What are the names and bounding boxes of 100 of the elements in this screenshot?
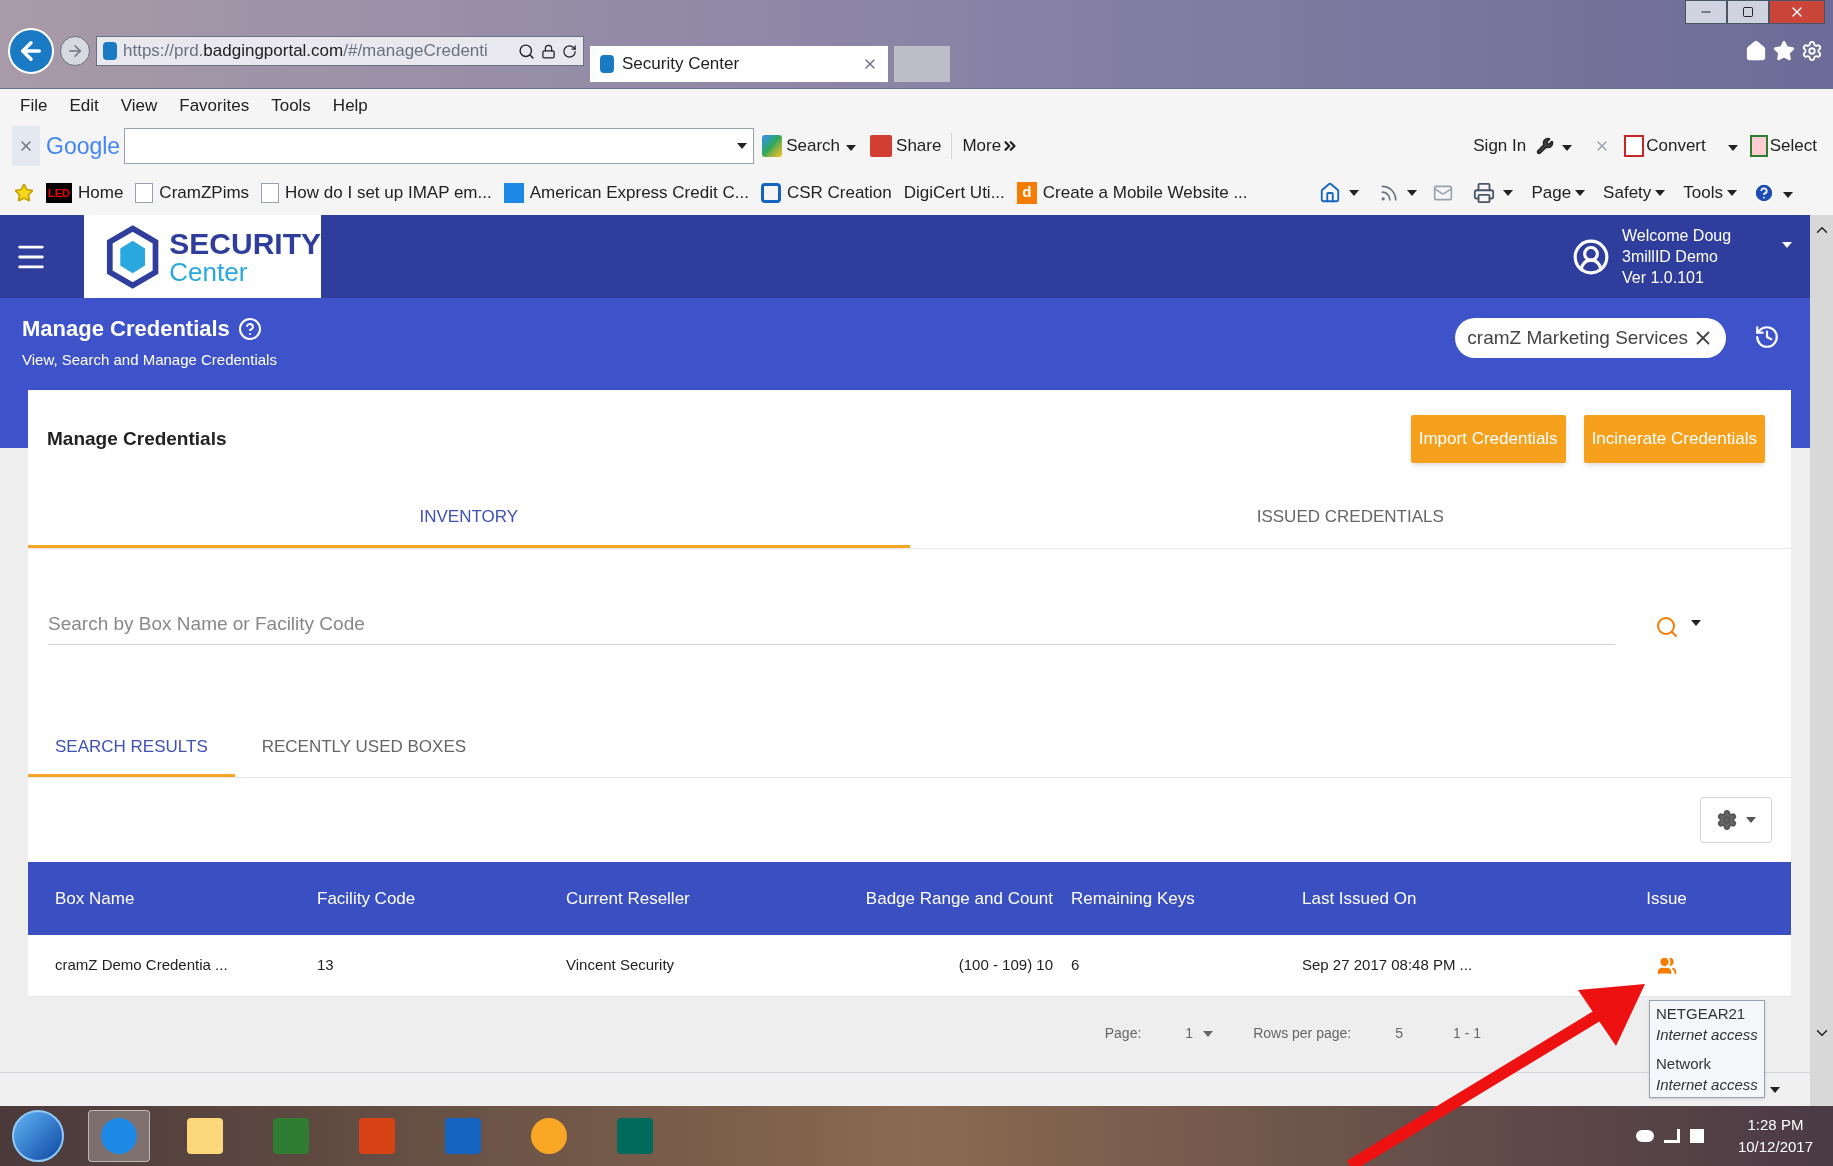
logo-icon: LED xyxy=(46,182,72,203)
menu-item[interactable]: Help xyxy=(332,92,368,119)
dropdown-caret-icon xyxy=(1782,242,1792,248)
page-icon xyxy=(135,182,154,203)
caret-icon xyxy=(1349,189,1360,196)
select-button[interactable]: Select xyxy=(1769,133,1817,159)
search-field[interactable]: Search by Box Name or Facility Code xyxy=(48,603,1615,645)
table-cell-text: cramZ Demo Credentia ... xyxy=(55,955,229,976)
command-menu[interactable]: Page xyxy=(1531,179,1586,206)
sign-in-button[interactable]: Sign In xyxy=(1473,133,1527,159)
people-icon[interactable] xyxy=(1656,955,1677,976)
column-header[interactable]: Issue xyxy=(1542,885,1791,912)
menu-item[interactable]: Edit xyxy=(69,92,99,119)
favorite-link[interactable]: Home xyxy=(78,179,124,206)
network-item[interactable]: Network Internet access xyxy=(1656,1053,1758,1095)
table-cell-text: Sep 27 2017 08:48 PM ... xyxy=(1302,955,1474,976)
print-icon[interactable] xyxy=(1473,181,1496,204)
settings-button[interactable] xyxy=(1700,797,1772,843)
favorite-link[interactable]: CSR Creation xyxy=(786,179,892,206)
page-title: Manage Credentials xyxy=(22,315,230,343)
wrench-icon[interactable] xyxy=(1536,137,1555,155)
caret-icon xyxy=(1203,1030,1214,1037)
toolbar-search-field[interactable] xyxy=(124,128,755,164)
favorite-link[interactable]: American Express Credit C... xyxy=(529,179,749,206)
caret-icon xyxy=(1727,189,1737,196)
search-icon[interactable] xyxy=(518,42,535,60)
tab[interactable]: ISSUED CREDENTIALS xyxy=(909,488,1791,548)
refresh-icon[interactable] xyxy=(562,43,577,59)
caret-icon xyxy=(1407,189,1418,196)
history-icon[interactable] xyxy=(1754,324,1780,350)
favorites-icon[interactable] xyxy=(1773,40,1795,62)
menu-item[interactable]: Tools xyxy=(271,92,311,119)
table-cell-text: 6 xyxy=(1071,955,1081,976)
welcome-text: Welcome Doug xyxy=(1622,226,1733,246)
menu-item[interactable]: Favorites xyxy=(179,92,250,119)
column-header[interactable]: Current Reseller xyxy=(566,885,816,912)
ring-icon xyxy=(760,182,781,203)
network-item[interactable]: NETGEAR21 Internet access xyxy=(1656,1003,1758,1045)
table-cell-text: (100 - 109) 10 xyxy=(957,955,1054,976)
caret-icon xyxy=(1575,189,1586,196)
card-title: Manage Credentials xyxy=(47,426,228,451)
favorite-link[interactable]: CramZPims xyxy=(159,179,250,206)
maximize-icon xyxy=(1742,6,1754,18)
forward-button[interactable] xyxy=(60,36,90,66)
browser-tab[interactable]: Security Center xyxy=(590,46,888,82)
page-label: Page: xyxy=(1104,1024,1142,1043)
column-header[interactable]: Remaining Keys xyxy=(1071,885,1302,912)
column-header[interactable]: Box Name xyxy=(55,885,317,912)
dropdown-caret-icon xyxy=(1691,620,1701,626)
google-logo: Google xyxy=(46,131,121,161)
user-avatar-icon[interactable] xyxy=(1572,237,1610,276)
command-menu[interactable]: Tools xyxy=(1683,179,1737,206)
maximize-button[interactable] xyxy=(1727,0,1769,24)
favorites-star-icon[interactable] xyxy=(14,182,34,203)
range-text: 1 - 1 xyxy=(1453,1024,1481,1043)
column-header[interactable]: Badge Range and Count xyxy=(816,885,1071,912)
menu-item[interactable]: View xyxy=(120,92,158,119)
favorite-link[interactable]: Create a Mobile Website ... xyxy=(1042,179,1248,206)
caret-icon xyxy=(1655,189,1666,196)
column-header[interactable]: Last Issued On xyxy=(1302,885,1542,912)
minimize-button[interactable] xyxy=(1685,0,1727,24)
more-button[interactable]: More xyxy=(962,133,1020,159)
forward-arrow-icon xyxy=(66,42,84,60)
gear-icon xyxy=(1716,809,1738,831)
table-cell-text: 13 xyxy=(317,955,335,976)
clock-time: 1:28 PM xyxy=(1747,1115,1804,1135)
start-button[interactable] xyxy=(12,1110,64,1162)
tab[interactable]: RECENTLY USED BOXES xyxy=(234,719,494,777)
home-icon[interactable] xyxy=(1319,181,1342,204)
page-icon xyxy=(261,182,280,203)
tab[interactable]: SEARCH RESULTS xyxy=(28,719,235,777)
site-icon xyxy=(103,42,117,60)
home-icon[interactable] xyxy=(1745,40,1767,62)
help-icon[interactable] xyxy=(237,316,262,341)
tab[interactable]: INVENTORY xyxy=(28,488,910,548)
filter-chip[interactable]: cramZ Marketing Services xyxy=(1455,318,1726,358)
table-cell-text: Vincent Security xyxy=(566,955,676,976)
command-menu[interactable]: Safety xyxy=(1603,179,1666,206)
brand-title: SECURITY xyxy=(169,228,321,259)
settings-icon[interactable] xyxy=(1801,40,1823,62)
caret-icon xyxy=(846,145,857,152)
caret-icon xyxy=(1562,145,1573,152)
rows-select[interactable]: 5 xyxy=(1395,1023,1403,1044)
search-button[interactable]: Search xyxy=(786,133,841,159)
convert-button[interactable]: Convert xyxy=(1646,133,1706,159)
page-subtitle: View, Search and Manage Credentials xyxy=(22,350,277,370)
favorite-link[interactable]: DigiCert Uti... xyxy=(903,179,1005,206)
logo-icon: d xyxy=(1016,181,1037,204)
favorite-link[interactable]: How do I set up IMAP em... xyxy=(285,179,492,206)
menu-item[interactable]: File xyxy=(20,92,48,119)
caret-icon xyxy=(1727,145,1738,152)
square-icon xyxy=(503,182,524,203)
address-bar[interactable]: https://prd.badgingportal.com/#/manageCredenti xyxy=(96,36,584,66)
caret-icon xyxy=(1783,191,1793,198)
back-button[interactable] xyxy=(8,28,54,74)
brand-subtitle: Center xyxy=(169,258,249,285)
share-button[interactable]: Share xyxy=(896,133,953,159)
page-select[interactable]: 1 xyxy=(1185,1023,1214,1044)
help-icon[interactable] xyxy=(1753,181,1775,204)
column-header[interactable]: Facility Code xyxy=(317,885,566,912)
